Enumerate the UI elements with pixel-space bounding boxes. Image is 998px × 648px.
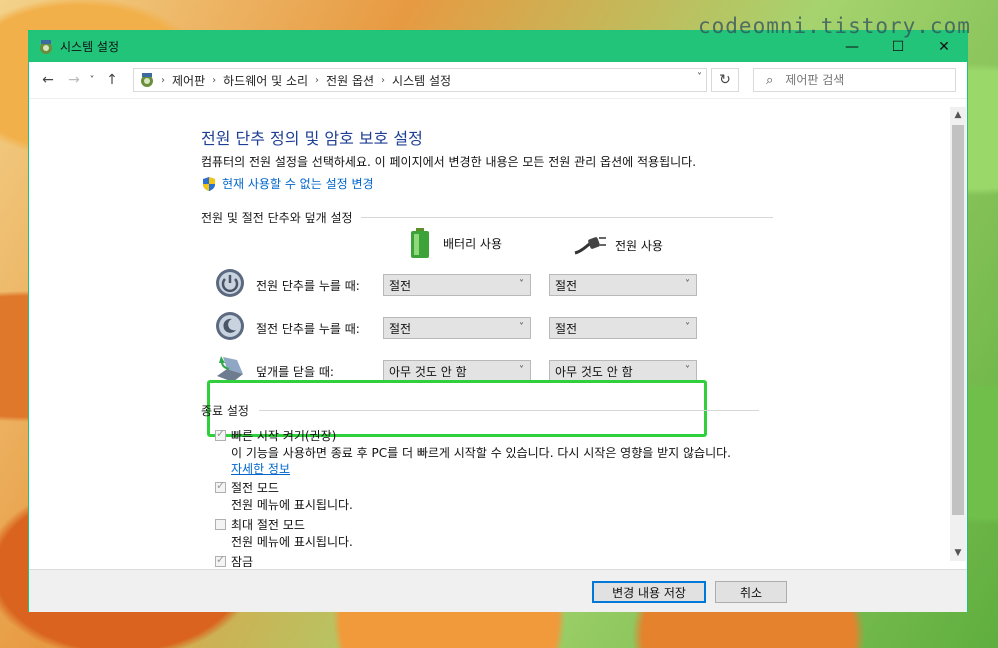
- select-value: 절전: [555, 321, 578, 336]
- change-settings-link-row[interactable]: 현재 사용할 수 없는 설정 변경: [201, 175, 374, 192]
- page-description: 컴퓨터의 전원 설정을 선택하세요. 이 페이지에서 변경한 내용은 모든 전원…: [201, 155, 697, 169]
- system-settings-window: 시스템 설정 — ☐ ✕ ← → ˅ ↑ › 제어판 › 하드웨어 및 소리 ›…: [28, 30, 968, 612]
- sleep-label: 절전 모드: [231, 481, 279, 495]
- more-info-link[interactable]: 자세한 정보: [231, 460, 290, 477]
- save-changes-button[interactable]: 변경 내용 저장: [592, 581, 706, 603]
- shutdown-section-heading: 종료 설정: [201, 402, 759, 419]
- uac-shield-icon: [203, 176, 215, 191]
- select-value: 절전: [389, 278, 412, 293]
- sleep-checkbox-row[interactable]: 절전 모드: [215, 479, 279, 496]
- breadcrumb-control-panel[interactable]: 제어판: [172, 72, 205, 89]
- breadcrumb-hardware-sound[interactable]: 하드웨어 및 소리: [223, 72, 308, 89]
- search-input[interactable]: [783, 72, 938, 88]
- content-area: 전원 단추 정의 및 암호 보호 설정 컴퓨터의 전원 설정을 선택하세요. 이…: [29, 98, 967, 569]
- up-button[interactable]: ↑: [101, 68, 123, 92]
- shutdown-section-heading-text: 종료 설정: [201, 404, 249, 418]
- divider: [360, 217, 773, 218]
- fast-startup-description: 이 기능을 사용하면 종료 후 PC를 더 빠르게 시작할 수 있습니다. 다시…: [231, 446, 731, 460]
- control-panel-icon: [40, 39, 52, 54]
- address-bar[interactable]: › 제어판 › 하드웨어 및 소리 › 전원 옵션 › 시스템 설정 ˅: [133, 68, 707, 92]
- sleep-button-battery-select[interactable]: 절전 ˅: [383, 317, 531, 339]
- hibernate-checkbox[interactable]: [215, 519, 226, 530]
- power-section-heading: 전원 및 절전 단추와 덮개 설정: [201, 209, 773, 226]
- chevron-down-icon: ˅: [519, 322, 524, 333]
- back-button[interactable]: ←: [37, 68, 59, 92]
- plugged-column-header: 전원 사용: [573, 235, 663, 255]
- forward-button[interactable]: →: [63, 68, 85, 92]
- fast-startup-label: 빠른 시작 켜기(권장): [231, 429, 337, 443]
- scrollbar-thumb[interactable]: [952, 125, 964, 515]
- chevron-down-icon: ˅: [685, 279, 690, 290]
- breadcrumb-separator: ›: [212, 74, 217, 86]
- chevron-down-icon: ˅: [685, 365, 690, 376]
- sleep-button-icon: [216, 312, 244, 340]
- fast-startup-checkbox[interactable]: [215, 427, 226, 441]
- breadcrumb-separator: ›: [161, 74, 165, 86]
- vertical-scrollbar[interactable]: ▲ ▼: [950, 107, 966, 561]
- battery-icon: [411, 228, 429, 258]
- lid-close-label: 덮개를 닫을 때:: [256, 365, 334, 379]
- search-icon: ⌕: [766, 72, 774, 88]
- power-button-label: 전원 단추를 누를 때:: [256, 279, 360, 293]
- cancel-button[interactable]: 취소: [715, 581, 787, 603]
- hibernate-checkbox-row[interactable]: 최대 절전 모드: [215, 516, 305, 533]
- breadcrumb-separator: ›: [381, 74, 386, 86]
- select-value: 아무 것도 안 함: [555, 364, 633, 379]
- chevron-down-icon: ˅: [685, 322, 690, 333]
- select-value: 절전: [555, 278, 578, 293]
- chevron-down-icon: ˅: [519, 365, 524, 376]
- search-box[interactable]: ⌕: [753, 68, 956, 92]
- recent-locations-button[interactable]: ˅: [85, 68, 99, 92]
- watermark: codeomni.tistory.com: [698, 14, 971, 38]
- lid-close-battery-select[interactable]: 아무 것도 안 함 ˅: [383, 360, 531, 382]
- sleep-checkbox[interactable]: [215, 479, 226, 493]
- lock-label: 잠금: [231, 555, 254, 569]
- sleep-button-label: 절전 단추를 누를 때:: [256, 322, 360, 336]
- address-dropdown-icon[interactable]: ˅: [697, 72, 702, 83]
- battery-column-header: 배터리 사용: [409, 227, 502, 259]
- navigation-bar: ← → ˅ ↑ › 제어판 › 하드웨어 및 소리 › 전원 옵션 › 시스템 …: [29, 62, 967, 98]
- chevron-down-icon: ˅: [519, 279, 524, 290]
- breadcrumb-power-options[interactable]: 전원 옵션: [326, 72, 374, 89]
- change-unavailable-settings-link[interactable]: 현재 사용할 수 없는 설정 변경: [222, 175, 374, 192]
- select-value: 절전: [389, 321, 412, 336]
- power-button-plugged-select[interactable]: 절전 ˅: [549, 274, 697, 296]
- power-button-battery-select[interactable]: 절전 ˅: [383, 274, 531, 296]
- page-title: 전원 단추 정의 및 암호 보호 설정: [201, 129, 423, 148]
- footer-bar: 변경 내용 저장 취소: [29, 569, 967, 612]
- hibernate-label: 최대 절전 모드: [231, 518, 305, 532]
- breadcrumb-system-settings[interactable]: 시스템 설정: [392, 72, 451, 89]
- lock-checkbox[interactable]: [215, 553, 226, 567]
- select-value: 아무 것도 안 함: [389, 364, 467, 379]
- lid-close-plugged-select[interactable]: 아무 것도 안 함 ˅: [549, 360, 697, 382]
- sleep-description: 전원 메뉴에 표시됩니다.: [231, 498, 353, 512]
- lock-checkbox-row[interactable]: 잠금: [215, 553, 253, 569]
- window-title: 시스템 설정: [60, 40, 120, 54]
- sleep-button-plugged-select[interactable]: 절전 ˅: [549, 317, 697, 339]
- power-button-icon: [216, 269, 244, 297]
- breadcrumb-separator: ›: [315, 74, 320, 86]
- control-panel-icon: [141, 73, 153, 87]
- scroll-up-icon[interactable]: ▲: [950, 107, 966, 123]
- refresh-button[interactable]: ↻: [711, 68, 739, 92]
- power-plug-icon: [574, 237, 606, 255]
- power-section-heading-text: 전원 및 절전 단추와 덮개 설정: [201, 211, 353, 225]
- fast-startup-checkbox-row[interactable]: 빠른 시작 켜기(권장): [215, 427, 336, 444]
- plugged-column-label: 전원 사용: [615, 238, 663, 253]
- scroll-down-icon[interactable]: ▼: [950, 545, 966, 561]
- battery-column-label: 배터리 사용: [443, 236, 503, 251]
- hibernate-description: 전원 메뉴에 표시됩니다.: [231, 535, 353, 549]
- divider: [258, 410, 759, 411]
